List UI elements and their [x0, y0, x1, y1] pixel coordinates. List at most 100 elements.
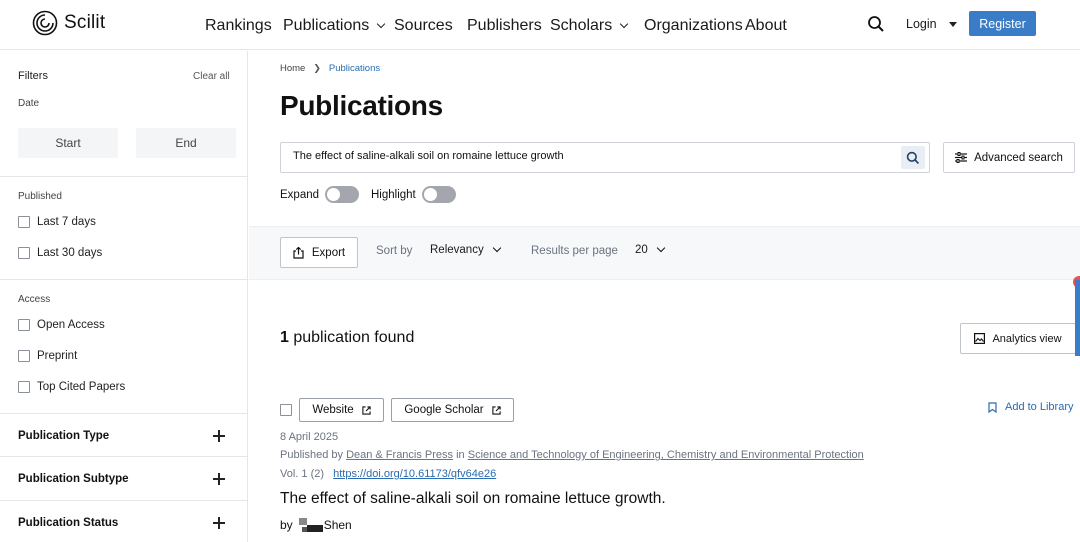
- doi-link[interactable]: https://doi.org/10.61173/qfv64e26: [333, 468, 496, 480]
- sort-by-select[interactable]: Relevancy: [430, 243, 501, 256]
- login-menu[interactable]: Login: [906, 17, 957, 31]
- results-per-page-label: Results per page: [531, 245, 618, 257]
- date-end-input[interactable]: End: [136, 128, 236, 158]
- expand-label: Expand: [280, 188, 320, 201]
- nav-publications[interactable]: Publications: [283, 17, 386, 35]
- breadcrumb-publications[interactable]: Publications: [329, 63, 380, 74]
- chevron-down-icon: [492, 243, 501, 253]
- in-text: in: [456, 449, 465, 461]
- advanced-search-label: Advanced search: [974, 151, 1063, 164]
- search-submit-button[interactable]: [901, 146, 925, 169]
- nav-label: Publications: [283, 17, 370, 34]
- publication-title[interactable]: The effect of saline-alkali soil on roma…: [280, 490, 666, 508]
- access-label: Access: [18, 294, 51, 305]
- plus-icon[interactable]: [213, 517, 225, 529]
- nav-about[interactable]: About: [745, 17, 787, 35]
- section-publication-status[interactable]: Publication Status: [18, 517, 118, 529]
- section-publication-subtype[interactable]: Publication Subtype: [18, 473, 129, 485]
- highlight-label: Highlight: [371, 188, 416, 201]
- date-start-input[interactable]: Start: [18, 128, 118, 158]
- nav-publishers[interactable]: Publishers: [467, 17, 542, 35]
- external-link-icon: [362, 405, 371, 415]
- breadcrumb-home[interactable]: Home: [280, 63, 305, 74]
- nav-label: Organizations: [644, 17, 743, 34]
- publisher-link[interactable]: Dean & Francis Press: [346, 449, 453, 461]
- filter-last-7-days[interactable]: Last 7 days: [18, 216, 96, 228]
- image-icon: [974, 333, 986, 344]
- results-per-page-value: 20: [635, 244, 648, 256]
- highlight-toggle-row: Highlight: [371, 186, 456, 203]
- checkbox[interactable]: [18, 216, 30, 228]
- results-count-text: publication found: [293, 329, 415, 346]
- sliders-icon: [955, 152, 968, 163]
- register-button[interactable]: Register: [969, 11, 1036, 36]
- published-label: Published: [18, 191, 62, 202]
- issue: (2): [310, 468, 325, 480]
- divider: [0, 413, 247, 414]
- nav-label: Publishers: [467, 17, 542, 34]
- google-scholar-button[interactable]: Google Scholar: [391, 398, 514, 422]
- option-label: Last 30 days: [37, 247, 103, 259]
- brand-name: Scilit: [64, 12, 106, 33]
- plus-icon[interactable]: [213, 473, 225, 485]
- checkbox[interactable]: [18, 350, 30, 362]
- website-label: Website: [312, 404, 354, 416]
- filters-title: Filters: [18, 70, 48, 82]
- by-prefix: by: [280, 518, 293, 532]
- bookmark-icon: [988, 401, 997, 413]
- nav-label: Sources: [394, 17, 453, 34]
- redacted-author-block: [298, 518, 323, 532]
- expand-toggle-row: Expand: [280, 186, 360, 203]
- analytics-view-button[interactable]: Analytics view: [960, 323, 1076, 354]
- export-button[interactable]: Export: [280, 237, 358, 268]
- divider: [0, 176, 247, 177]
- nav-rankings[interactable]: Rankings: [205, 17, 272, 35]
- website-button[interactable]: Website: [299, 398, 384, 422]
- google-scholar-label: Google Scholar: [404, 404, 484, 416]
- option-label: Top Cited Papers: [37, 381, 126, 393]
- search-input[interactable]: [293, 150, 893, 162]
- results-per-page-select[interactable]: 20: [635, 243, 666, 256]
- scilit-logo[interactable]: Scilit: [32, 10, 105, 36]
- add-to-library-link[interactable]: Add to Library: [988, 401, 1073, 413]
- clear-all-link[interactable]: Clear all: [193, 71, 230, 82]
- chevron-down-icon: [656, 243, 666, 253]
- results-toolbar: [249, 226, 1080, 280]
- expand-toggle[interactable]: [325, 186, 360, 203]
- checkbox[interactable]: [18, 247, 30, 259]
- publication-source-line: Published by Dean & Francis Press in Sci…: [280, 449, 864, 461]
- filter-top-cited-papers[interactable]: Top Cited Papers: [18, 381, 125, 393]
- journal-link[interactable]: Science and Technology of Engineering, C…: [468, 449, 864, 461]
- nav-scholars[interactable]: Scholars: [550, 17, 629, 35]
- search-icon: [906, 151, 920, 164]
- page-title: Publications: [280, 90, 443, 121]
- section-publication-type[interactable]: Publication Type: [18, 430, 109, 442]
- option-label: Last 7 days: [37, 216, 96, 228]
- highlight-toggle[interactable]: [421, 186, 456, 203]
- top-navbar: Scilit Rankings Publications Sources Pub…: [0, 0, 1080, 50]
- filters-sidebar: Filters Clear all Date Start End Publish…: [0, 51, 248, 542]
- checkbox[interactable]: [18, 381, 30, 393]
- author-name[interactable]: Shen: [324, 518, 352, 532]
- filter-open-access[interactable]: Open Access: [18, 319, 105, 331]
- author-line: by Shen: [280, 518, 352, 532]
- option-label: Preprint: [37, 350, 78, 362]
- external-link-icon: [492, 405, 501, 415]
- plus-icon[interactable]: [213, 430, 225, 442]
- nav-organizations[interactable]: Organizations: [644, 17, 743, 35]
- advanced-search-button[interactable]: Advanced search: [943, 142, 1075, 173]
- nav-label: About: [745, 17, 787, 34]
- export-icon: [293, 246, 304, 259]
- filter-last-30-days[interactable]: Last 30 days: [18, 247, 102, 259]
- nav-label: Scholars: [550, 17, 613, 34]
- nav-label: Rankings: [205, 17, 272, 34]
- filter-preprint[interactable]: Preprint: [18, 350, 77, 362]
- search-icon[interactable]: [867, 15, 885, 33]
- nav-sources[interactable]: Sources: [394, 17, 453, 35]
- result-select-checkbox[interactable]: [280, 404, 292, 416]
- login-label: Login: [906, 17, 937, 31]
- option-label: Open Access: [37, 319, 105, 331]
- side-feedback-tab[interactable]: [1075, 280, 1080, 356]
- export-label: Export: [311, 246, 346, 259]
- checkbox[interactable]: [18, 319, 30, 331]
